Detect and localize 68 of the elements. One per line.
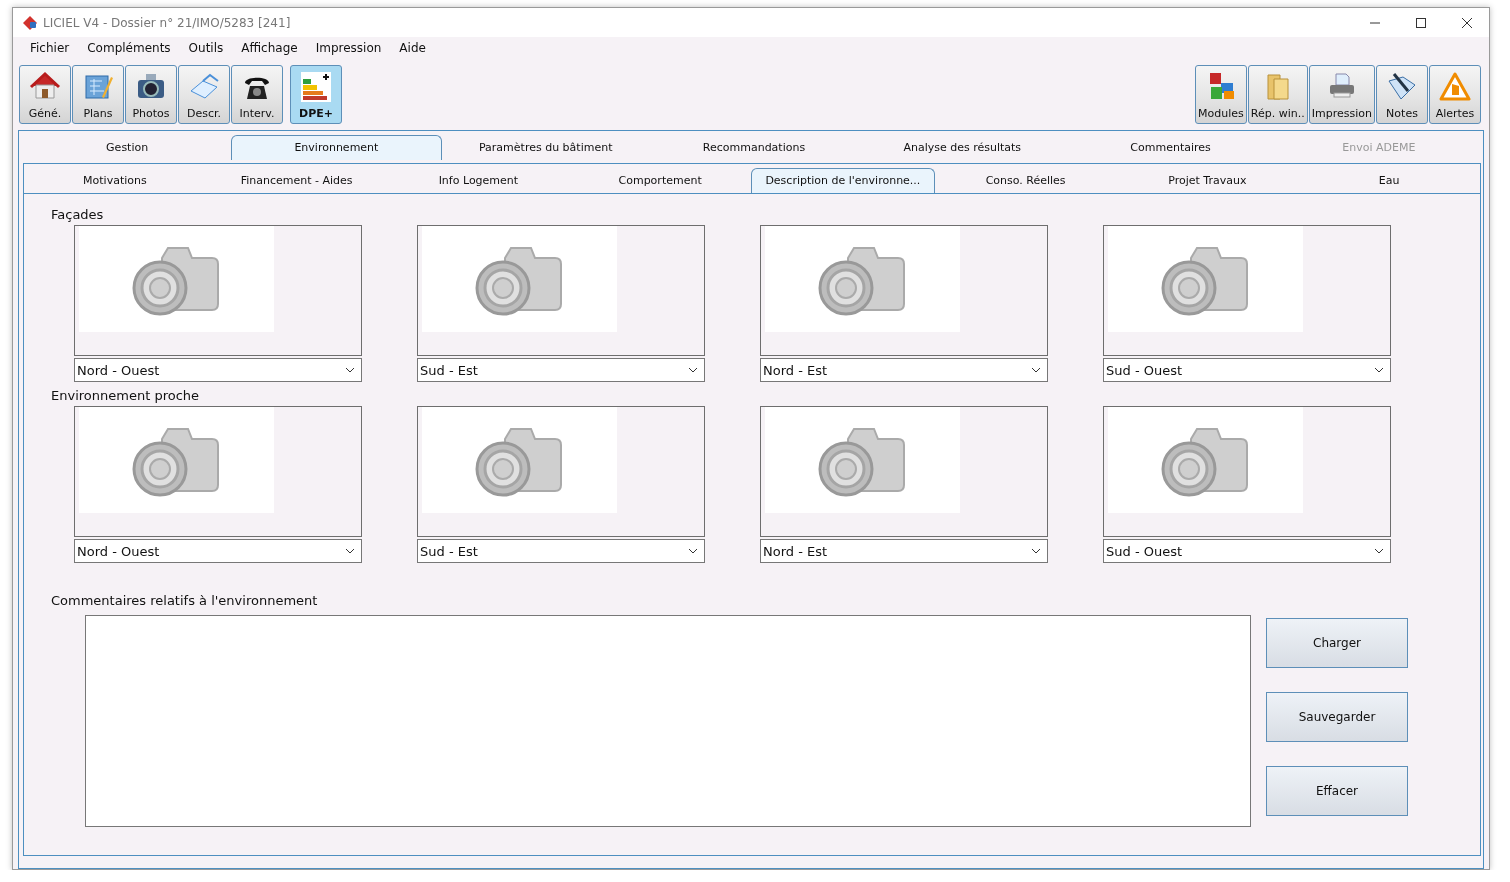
tab[interactable]: Conso. Réelles <box>934 169 1117 193</box>
comments-field[interactable] <box>85 615 1251 827</box>
orientation-dropdown[interactable]: Nord - Est <box>760 358 1048 382</box>
toolbar-button[interactable]: Modules <box>1194 65 1247 124</box>
energy-rating-icon <box>300 71 332 103</box>
tab[interactable]: Analyse des résultats <box>858 136 1067 160</box>
tab[interactable]: Financement - Aides <box>205 169 388 193</box>
warning-icon <box>1439 71 1471 103</box>
tab[interactable]: Info Logement <box>387 169 570 193</box>
tab[interactable]: Paramètres du bâtiment <box>441 136 650 160</box>
toolbar-button[interactable]: DPE+ <box>290 65 342 124</box>
toolbar-button[interactable]: Photos <box>125 65 177 124</box>
menu-item[interactable]: Compléments <box>78 41 180 61</box>
tab[interactable]: Environnement <box>231 135 442 160</box>
photo-frame[interactable] <box>417 225 705 356</box>
action-button[interactable]: Charger <box>1266 618 1408 668</box>
chevron-down-icon <box>1374 367 1384 373</box>
menu-item[interactable]: Impression <box>306 41 391 61</box>
close-icon[interactable] <box>1461 16 1473 29</box>
toolbar-button[interactable]: Notes <box>1376 65 1428 124</box>
tab[interactable]: Motivations <box>24 169 206 193</box>
photo-frame[interactable] <box>1103 406 1391 537</box>
menu-item[interactable]: Affichage <box>232 41 307 61</box>
photo-frame[interactable] <box>760 406 1048 537</box>
photo-frame[interactable] <box>760 225 1048 356</box>
tab[interactable]: Gestion <box>23 136 232 160</box>
tab[interactable]: Description de l'environne... <box>751 168 935 193</box>
tab[interactable]: Comportement <box>569 169 751 193</box>
orientation-dropdown[interactable]: Sud - Ouest <box>1103 539 1391 563</box>
tab[interactable]: Recommandations <box>649 136 859 160</box>
menu-item[interactable]: Aide <box>390 41 435 61</box>
chevron-down-icon <box>345 367 355 373</box>
window-title: LICIEL V4 - Dossier n° 21/IMO/5283 [241] <box>43 15 291 30</box>
logo-icon <box>22 14 38 31</box>
tab[interactable]: Commentaires <box>1066 136 1275 160</box>
chevron-down-icon <box>345 548 355 554</box>
action-button[interactable]: Sauvegarder <box>1266 692 1408 742</box>
orientation-dropdown[interactable]: Nord - Est <box>760 539 1048 563</box>
toolbar-button[interactable]: Impression <box>1308 65 1375 124</box>
photo-frame[interactable] <box>74 406 362 537</box>
comments-label: Commentaires relatifs à l'environnement <box>51 593 319 610</box>
maximize-icon[interactable] <box>1415 16 1427 29</box>
photo-frame[interactable] <box>417 406 705 537</box>
orientation-dropdown[interactable]: Sud - Ouest <box>1103 358 1391 382</box>
chevron-down-icon <box>1031 367 1041 373</box>
chevron-down-icon <box>1374 548 1384 554</box>
orientation-dropdown[interactable]: Sud - Est <box>417 539 705 563</box>
menu-item[interactable]: Outils <box>179 41 233 61</box>
photo-frame[interactable] <box>74 225 362 356</box>
toolbar-button[interactable]: Alertes <box>1429 65 1481 124</box>
action-button[interactable]: Effacer <box>1266 766 1408 816</box>
tab[interactable]: Projet Travaux <box>1116 169 1299 193</box>
section-title: Façades <box>51 207 105 224</box>
section-title: Environnement proche <box>51 388 201 405</box>
toolbar-button[interactable]: Descr. <box>178 65 230 124</box>
menu-item[interactable]: Fichier <box>21 41 79 61</box>
orientation-dropdown[interactable]: Sud - Est <box>417 358 705 382</box>
toolbar-button[interactable]: Interv. <box>231 65 283 124</box>
chevron-down-icon <box>688 548 698 554</box>
toolbar-button[interactable]: Géné. <box>19 65 71 124</box>
toolbar-button[interactable]: Rép. win.. <box>1247 65 1308 124</box>
chevron-down-icon <box>1031 548 1041 554</box>
tab[interactable]: Eau <box>1298 169 1480 193</box>
photo-frame[interactable] <box>1103 225 1391 356</box>
orientation-dropdown[interactable]: Nord - Ouest <box>74 539 362 563</box>
orientation-dropdown[interactable]: Nord - Ouest <box>74 358 362 382</box>
toolbar-button[interactable]: Plans <box>72 65 124 124</box>
chevron-down-icon <box>688 367 698 373</box>
